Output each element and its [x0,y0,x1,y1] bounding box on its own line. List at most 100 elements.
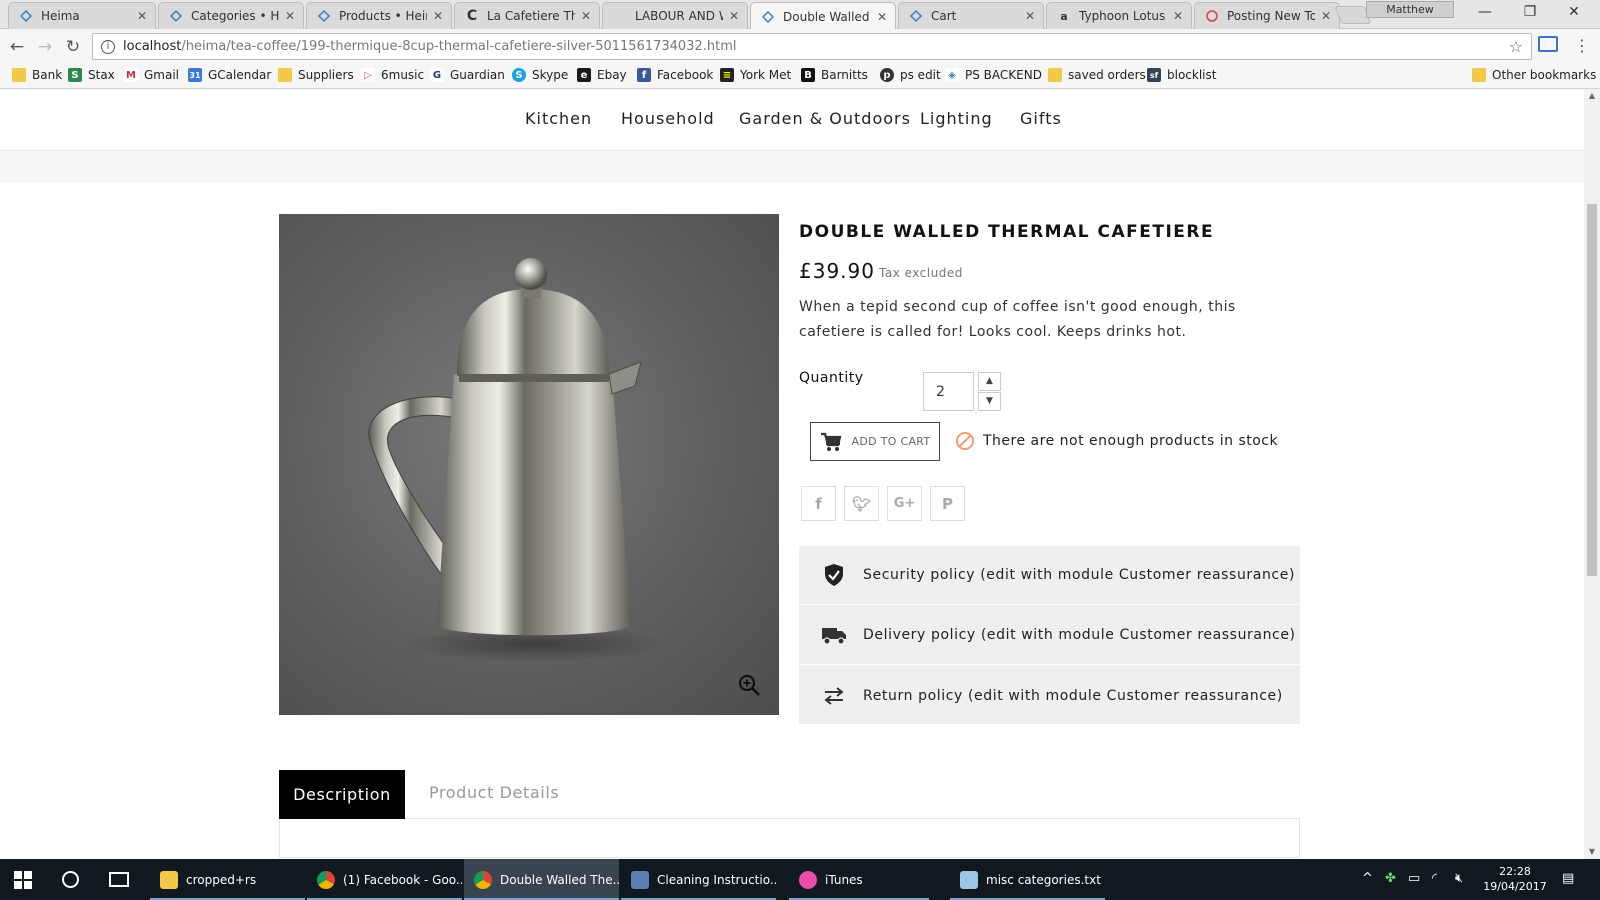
share-googleplus-button[interactable]: G+ [887,486,922,521]
scrollbar-thumb[interactable] [1587,204,1597,576]
add-to-cart-button[interactable]: ADD TO CART [810,422,940,461]
restore-icon[interactable]: ❐ [1515,4,1545,20]
tab-product-details[interactable]: Product Details [429,783,559,802]
customer-reassurance: Security policy (edit with module Custom… [799,546,1300,724]
scroll-up-icon[interactable]: ▲ [1584,89,1600,103]
nav-lighting[interactable]: Lighting [920,109,993,128]
site-info-icon[interactable]: i [101,39,115,54]
bookmark-item[interactable]: ▷ 6music [361,68,424,82]
quantity-increase-button[interactable]: ▲ [978,372,1001,391]
browser-tab[interactable]: Cart ✕ [898,2,1044,29]
close-tab-icon[interactable]: ✕ [285,9,295,23]
close-tab-icon[interactable]: ✕ [1025,9,1035,23]
close-tab-icon[interactable]: ✕ [1321,9,1331,23]
swap-arrows-icon [821,683,847,709]
browser-tab[interactable]: Heima ✕ [8,2,156,29]
show-hidden-icons[interactable]: ^ [1362,871,1373,886]
profile-button[interactable]: Matthew [1366,1,1454,18]
nav-gifts[interactable]: Gifts [1020,109,1062,128]
browser-tab-active[interactable]: Double Walled Thermal✕ [750,2,896,30]
task-view-icon[interactable] [109,872,129,887]
site-favicon-icon [317,9,331,23]
taskbar-item[interactable]: (1) Facebook - Goo... [307,859,462,900]
bookmark-item[interactable]: G Guardian [430,68,505,82]
page-scrollbar[interactable]: ▲ ▼ [1584,89,1600,859]
wifi-icon[interactable]: ◜ [1432,871,1437,886]
other-bookmarks[interactable]: Other bookmarks [1472,68,1596,82]
back-icon[interactable]: ← [6,36,28,58]
minimize-icon[interactable]: — [1470,4,1500,20]
forward-icon[interactable]: → [34,36,56,58]
reassurance-item: Return policy (edit with module Customer… [799,666,1300,725]
bookmark-item[interactable]: p ps edit [880,68,941,82]
bookmark-item[interactable]: Bank [12,68,62,82]
blank-favicon-icon [613,9,627,23]
bookmark-item[interactable]: e Ebay [577,68,627,82]
skype-icon: S [512,68,526,82]
chevron-up-icon: ▲ [986,376,993,386]
bookmark-item[interactable]: Suppliers [278,68,354,82]
bookmark-item[interactable]: B Barnitts [801,68,868,82]
cast-icon[interactable] [1538,36,1558,52]
browser-tab[interactable]: Products • Heima✕ [306,2,452,29]
system-clock[interactable]: 22:28 19/04/2017 [1480,864,1550,894]
quantity-decrease-button[interactable]: ▼ [978,392,1001,411]
scroll-down-icon[interactable]: ▼ [1584,845,1600,859]
battery-icon[interactable]: ▭ [1408,871,1420,886]
nav-garden-outdoors[interactable]: Garden & Outdoors [739,109,911,128]
share-pinterest-button[interactable]: P [930,486,965,521]
close-tab-icon[interactable]: ✕ [137,9,147,23]
close-tab-icon[interactable]: ✕ [877,10,887,24]
bookmark-star-icon[interactable]: ☆ [1509,37,1523,56]
taskbar-item[interactable]: Cleaning Instructio... [621,859,776,900]
browser-menu-icon[interactable]: ⋮ [1574,36,1590,55]
guardian-icon: G [430,68,444,82]
browser-tab[interactable]: Posting New Topic✕ [1194,2,1340,29]
bookmark-item[interactable]: S Skype [512,68,568,82]
taskbar-item[interactable]: misc categories.txt ... [950,859,1105,900]
stock-warning: There are not enough products in stock [955,431,1278,451]
chevron-down-icon: ▼ [986,396,993,406]
site-favicon-icon: C [466,8,478,24]
blocklist-icon: sf [1147,68,1161,82]
taskbar-item[interactable]: cropped+rs [150,859,305,900]
bookmark-item[interactable]: saved orders [1048,68,1146,82]
bookmark-item[interactable]: ◈ PS BACKEND [945,68,1042,82]
nav-household[interactable]: Household [621,109,715,128]
address-bar[interactable]: i localhost/heima/tea-coffee/199-thermiq… [92,33,1532,60]
bookmark-item[interactable]: sf blocklist [1147,68,1216,82]
zoom-in-icon[interactable] [737,673,761,697]
close-tab-icon[interactable]: ✕ [1173,9,1183,23]
close-window-icon[interactable]: ✕ [1559,4,1589,20]
browser-tab[interactable]: LABOUR AND WAIT✕ [602,2,748,29]
taskbar-item-active[interactable]: Double Walled The... [464,859,619,900]
share-twitter-button[interactable]: 🐦︎ [844,486,879,521]
breadcrumb-band [0,151,1584,183]
bookmark-item[interactable]: M Gmail [124,68,179,82]
bookmark-item[interactable]: ≡ York Met [720,68,791,82]
close-tab-icon[interactable]: ✕ [433,9,443,23]
bookmark-item[interactable]: f Facebook [637,68,713,82]
notifications-icon[interactable]: ▤ [1562,871,1574,886]
browser-tab-strip: Heima✕ Categories • Heima✕ Products • He… [0,0,1600,30]
barnitts-icon: B [801,68,815,82]
dropbox-icon[interactable]: ✤ [1385,871,1396,886]
taskbar-item[interactable]: iTunes [789,859,929,900]
tab-description[interactable]: Description [279,770,405,819]
browser-tab[interactable]: a Typhoon Lotus Tea✕ [1046,2,1192,29]
quantity-input[interactable] [923,372,974,411]
nav-kitchen[interactable]: Kitchen [525,109,592,128]
browser-tab[interactable]: C La Cafetiere Thermique✕ [454,2,600,29]
category-nav: Kitchen Household Garden & Outdoors Ligh… [0,89,1584,151]
share-facebook-button[interactable]: f [801,486,836,521]
cortana-search-icon[interactable] [62,871,79,888]
close-tab-icon[interactable]: ✕ [581,9,591,23]
windows-start-icon[interactable] [14,871,32,889]
product-image[interactable] [279,214,779,715]
bookmark-item[interactable]: 31 GCalendar [188,68,271,82]
browser-tab[interactable]: Categories • Heima✕ [158,2,304,29]
reload-icon[interactable]: ↻ [62,36,84,58]
close-tab-icon[interactable]: ✕ [729,9,739,23]
bookmark-item[interactable]: S Stax [68,68,115,82]
volume-muted-icon[interactable]: 🔇︎ [1455,871,1463,886]
